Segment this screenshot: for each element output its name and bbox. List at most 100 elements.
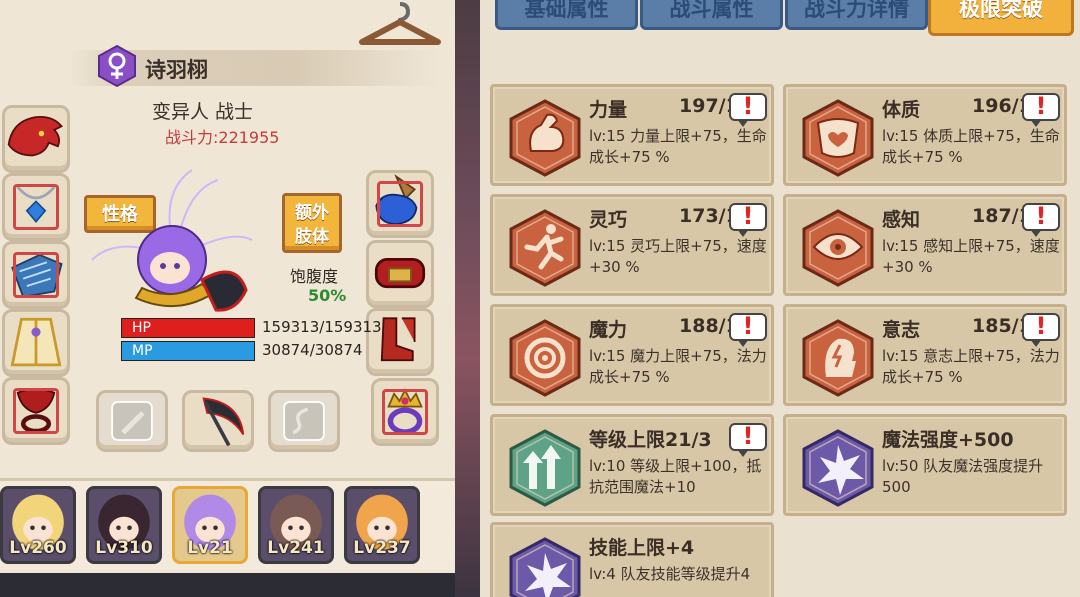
card-title: 意志: [882, 319, 921, 341]
card-description: lv:10 等级上限+100，抵抗范围魔法+10: [589, 457, 762, 496]
hp-value: 159313/159313: [262, 318, 382, 336]
tab-combat-power-details[interactable]: 战斗力详情: [785, 0, 928, 30]
alert-bubble-icon[interactable]: !: [729, 92, 767, 127]
hp-bar: HP: [121, 318, 255, 338]
mp-label: MP: [132, 343, 153, 359]
limit-break-card[interactable]: 等级上限21/3 lv:10 等级上限+100，抵抗范围魔法+10!: [490, 414, 774, 516]
empty-sword-slot-icon: [111, 401, 153, 441]
alert-bubble-icon[interactable]: !: [729, 422, 767, 457]
limit-break-card[interactable]: 技能上限+4 lv:4 队友技能等级提升4: [490, 522, 774, 597]
magic-swirl-icon: [509, 319, 581, 397]
exclamation-mark: !: [742, 422, 754, 450]
gold-crown-ring-icon: [387, 388, 423, 435]
limit-break-card[interactable]: 魔法强度+500 lv:50 队友魔法强度提升500: [783, 414, 1067, 516]
dragon-head-helm-icon: [7, 115, 63, 157]
team-member-card[interactable]: Lv237: [344, 486, 420, 564]
equip-slot-helm[interactable]: [2, 105, 70, 173]
magic-burst-icon: [802, 429, 874, 507]
eye-icon: [802, 209, 874, 287]
up-arrows-icon: [509, 429, 581, 507]
card-title: 魔法强度+500: [882, 429, 1014, 451]
bottom-bar: [0, 573, 455, 597]
equip-slot-armor[interactable]: [2, 241, 70, 309]
card-description: lv:15 魔力上限+75，法力成长+75 %: [589, 347, 767, 386]
equip-slot-necklace[interactable]: [2, 173, 70, 241]
character-class: 变异人 战士: [152, 101, 254, 123]
satiety-label: 饱腹度: [290, 267, 339, 286]
blue-gem-necklace-icon: [16, 186, 56, 224]
team-member-level: Lv21: [187, 538, 233, 558]
card-title: 体质: [882, 99, 921, 121]
card-description: lv:50 队友魔法强度提升500: [882, 457, 1044, 496]
character-name: 诗羽栩: [145, 58, 208, 82]
card-description: lv:15 意志上限+75，法力成长+75 %: [882, 347, 1060, 386]
card-title: 技能上限+4: [589, 537, 695, 559]
team-member-level: Lv241: [267, 538, 325, 558]
empty-offhand-slot-icon: [283, 401, 325, 441]
card-description: lv:15 力量上限+75，生命成长+75 %: [589, 127, 767, 166]
golden-robe-icon: [10, 317, 62, 367]
team-member-level: Lv260: [9, 538, 67, 558]
team-member-card[interactable]: Lv21: [172, 486, 248, 564]
limit-break-panel: 基础属性 战斗属性 战斗力详情 极限突破 力量 197/1 lv:15 力量上限+75，生…: [480, 0, 1080, 597]
equip-slot-robe[interactable]: [2, 309, 70, 377]
exclamation-mark: !: [742, 92, 754, 120]
equip-slot-weapon[interactable]: [96, 390, 168, 452]
exclamation-mark: !: [742, 312, 754, 340]
wardrobe-hanger-icon[interactable]: [356, 0, 444, 50]
equip-slot-offhand[interactable]: [268, 390, 340, 452]
head-lightning-icon: [802, 319, 874, 397]
exclamation-mark: !: [742, 202, 754, 230]
satiety-value: 50%: [308, 286, 347, 305]
tab-limit-break[interactable]: 极限突破: [928, 0, 1074, 36]
card-description: lv:4 队友技能等级提升4: [589, 565, 751, 583]
card-title: 感知: [882, 209, 921, 231]
mp-value: 30874/30874: [262, 341, 363, 359]
tab-combat-attributes[interactable]: 战斗属性: [640, 0, 783, 30]
running-man-icon: [509, 209, 581, 287]
card-description: lv:15 灵巧上限+75，速度+30 %: [589, 237, 767, 276]
red-belt-icon: [374, 258, 426, 289]
limit-break-card[interactable]: 感知 187/1 lv:15 感知上限+75，速度+30 %!: [783, 194, 1067, 296]
red-rune-ring-icon: [16, 388, 56, 434]
flexed-arm-icon: [509, 99, 581, 177]
scythe-weapon-icon: [202, 397, 245, 447]
blue-gauntlet-armor-icon: [11, 253, 63, 298]
limit-break-card[interactable]: 体质 196/1 lv:15 体质上限+75，生命成长+75 %!: [783, 84, 1067, 186]
team-member-card[interactable]: Lv241: [258, 486, 334, 564]
equip-slot-belt[interactable]: [366, 240, 434, 308]
equip-slot-ring[interactable]: [2, 377, 70, 445]
equip-slot-gloves[interactable]: [366, 170, 434, 238]
alert-bubble-icon[interactable]: !: [1022, 312, 1060, 347]
extra-limb-button[interactable]: 额外 肢体: [282, 193, 342, 253]
team-member-level: Lv310: [95, 538, 153, 558]
card-title: 灵巧: [589, 209, 628, 231]
alert-bubble-icon[interactable]: !: [1022, 202, 1060, 237]
exclamation-mark: !: [1035, 92, 1047, 120]
exclamation-mark: !: [1035, 312, 1047, 340]
muscle-torso-heart-icon: [802, 99, 874, 177]
blue-glove-icon: [375, 174, 418, 225]
team-member-card[interactable]: Lv260: [0, 486, 76, 564]
card-description: lv:15 感知上限+75，速度+30 %: [882, 237, 1060, 276]
equip-slot-main-weapon[interactable]: [182, 390, 254, 452]
tab-basic-attributes[interactable]: 基础属性: [495, 0, 638, 30]
limit-break-card[interactable]: 意志 185/1 lv:15 意志上限+75，法力成长+75 %!: [783, 304, 1067, 406]
equip-slot-accessory[interactable]: [371, 378, 439, 446]
panel-divider: [455, 0, 480, 597]
alert-bubble-icon[interactable]: !: [729, 312, 767, 347]
hp-label: HP: [132, 320, 151, 336]
card-title: 魔力: [589, 319, 628, 341]
alert-bubble-icon[interactable]: !: [729, 202, 767, 237]
card-description: lv:15 体质上限+75，生命成长+75 %: [882, 127, 1060, 166]
exclamation-mark: !: [1035, 202, 1047, 230]
hero-character-sprite[interactable]: [82, 160, 262, 330]
limit-break-card[interactable]: 力量 197/1 lv:15 力量上限+75，生命成长+75 %!: [490, 84, 774, 186]
alert-bubble-icon[interactable]: !: [1022, 92, 1060, 127]
team-member-card[interactable]: Lv310: [86, 486, 162, 564]
card-title: 力量: [589, 99, 628, 121]
character-panel: 诗羽栩 变异人 战士 战斗力:221955 性格 额外 肢体 饱腹度 50% H…: [0, 0, 455, 597]
limit-break-card[interactable]: 灵巧 173/1 lv:15 灵巧上限+75，速度+30 %!: [490, 194, 774, 296]
limit-break-card[interactable]: 魔力 188/1 lv:15 魔力上限+75，法力成长+75 %!: [490, 304, 774, 406]
combat-power: 战斗力:221955: [165, 128, 280, 147]
